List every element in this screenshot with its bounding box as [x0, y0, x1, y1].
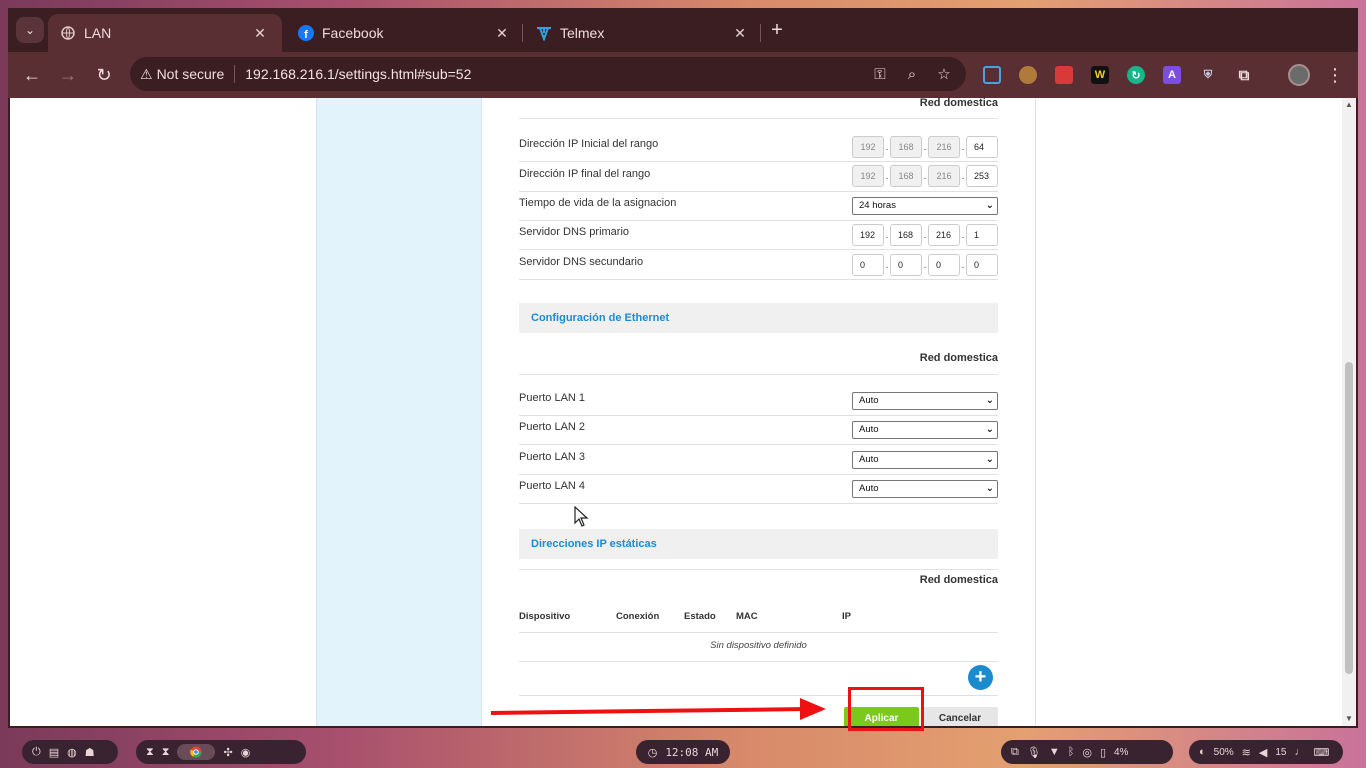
files-icon[interactable]: ▤: [49, 746, 59, 759]
terminal-icon[interactable]: ⧗: [162, 746, 170, 759]
screen-icon[interactable]: ⧉: [1011, 746, 1019, 759]
palette-icon[interactable]: ◍: [67, 746, 77, 759]
microphone-icon[interactable]: 🎙: [1027, 746, 1041, 759]
terminal-icon[interactable]: ⧗: [146, 746, 154, 759]
annotation-highlight-box: [848, 687, 924, 731]
shelf-clock[interactable]: ◷ 12:08 AM: [636, 740, 730, 764]
chrome-icon[interactable]: [177, 744, 216, 760]
wifi-icon: ≋: [1241, 746, 1251, 759]
shelf-quick-settings[interactable]: ◐ 50% ≋ ◀ 15 ♩ ⌨: [1189, 740, 1343, 764]
ghost-icon[interactable]: ☗: [85, 746, 95, 759]
shelf-apps: ⧗ ⧗ ✣ ◉: [136, 740, 306, 764]
mouse-cursor-icon: [574, 506, 589, 527]
power-icon[interactable]: ⏻: [32, 746, 41, 759]
bluetooth-icon[interactable]: ᛒ: [1068, 746, 1075, 758]
microphone-icon: ♩: [1294, 746, 1306, 758]
os-shelf: ⏻ ▤ ◍ ☗ ⧗ ⧗ ✣ ◉ ◷ 12:08 AM ⧉ 🎙 ▼ ᛒ ◎ ▯ 4…: [0, 736, 1366, 768]
clock-time: 12:08 AM: [665, 745, 719, 759]
shelf-status-tray[interactable]: ⧉ 🎙 ▼ ᛒ ◎ ▯ 4%: [1001, 740, 1173, 764]
battery-icon: ▯: [1099, 746, 1106, 759]
battery-level: 4%: [1114, 746, 1129, 758]
annotation-arrow: [490, 698, 826, 720]
keyboard-icon: ⌨: [1313, 746, 1330, 759]
shelf-launcher-group[interactable]: ⏻ ▤ ◍ ☗: [22, 740, 118, 764]
volume-icon: ◀: [1258, 746, 1268, 759]
brightness-level: 50%: [1213, 746, 1234, 758]
brightness-icon: ◐: [1199, 746, 1206, 758]
pinwheel-icon[interactable]: ✣: [223, 746, 232, 759]
wifi-icon[interactable]: ▼: [1049, 746, 1060, 758]
obs-icon[interactable]: ◎: [1082, 746, 1092, 759]
clock-icon: ◷: [647, 746, 658, 759]
tor-icon[interactable]: ◉: [241, 746, 251, 759]
volume-level: 15: [1275, 746, 1287, 758]
